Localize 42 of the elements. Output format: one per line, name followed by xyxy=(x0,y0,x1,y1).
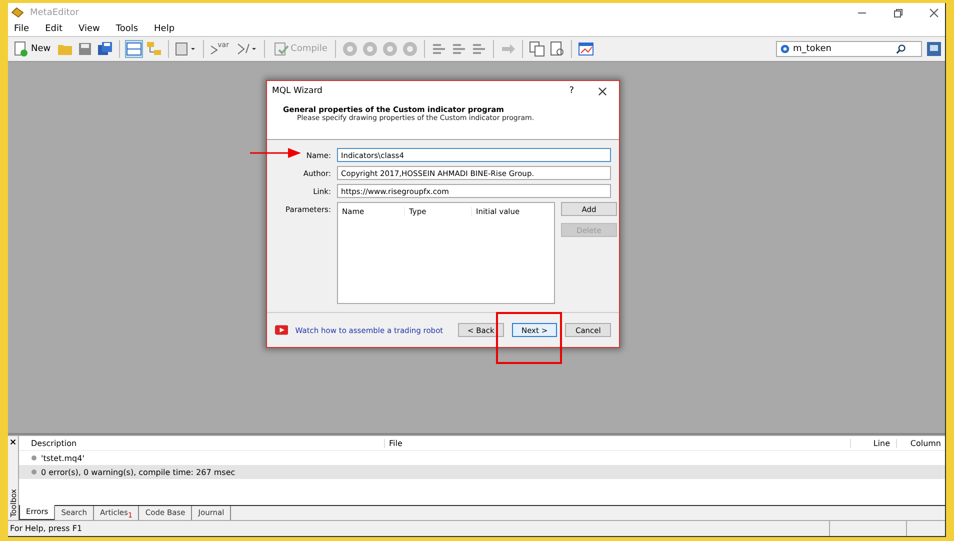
arrow-annotation xyxy=(250,147,302,159)
close-icon[interactable] xyxy=(929,8,939,18)
column-header[interactable]: Column xyxy=(897,438,945,448)
menu-item[interactable]: Edit xyxy=(45,24,62,34)
insert-function-icon[interactable] xyxy=(236,41,258,57)
info-dot-icon xyxy=(31,469,37,475)
info-dot-icon xyxy=(31,455,37,461)
new-button[interactable]: New xyxy=(11,39,53,59)
close-icon[interactable] xyxy=(10,439,16,445)
column-header[interactable]: File xyxy=(385,438,851,448)
help-button[interactable]: ? xyxy=(569,86,574,96)
compile-icon xyxy=(272,41,289,57)
menu-item[interactable]: Help xyxy=(154,24,175,34)
chart-window-icon[interactable] xyxy=(578,41,594,57)
layout-icon[interactable] xyxy=(126,41,142,57)
column-header[interactable]: Line xyxy=(851,438,897,448)
restore-icon[interactable] xyxy=(893,8,903,18)
document-icon[interactable] xyxy=(174,41,197,57)
video-play-icon xyxy=(275,325,288,335)
message-text: 0 error(s), 0 warning(s), compile time: 267 msec xyxy=(41,468,236,476)
copy-icon[interactable] xyxy=(529,41,546,57)
new-document-icon xyxy=(13,41,29,57)
close-icon[interactable] xyxy=(598,86,607,96)
search-box[interactable]: m_token xyxy=(776,41,922,57)
message-row[interactable]: 'tstet.mq4' xyxy=(19,451,945,465)
highlight-annotation xyxy=(496,312,562,364)
save-icon[interactable] xyxy=(76,41,93,57)
column-header[interactable]: Description xyxy=(19,438,385,448)
tree-icon[interactable] xyxy=(146,41,162,57)
status-text: For Help, press F1 xyxy=(10,524,82,533)
save-all-icon[interactable] xyxy=(96,41,113,57)
search-icon[interactable] xyxy=(896,44,906,54)
dialog-title: MQL Wizard xyxy=(272,86,322,96)
find-document-icon[interactable] xyxy=(549,41,566,57)
message-row[interactable]: 0 error(s), 0 warning(s), compile time: 267 msec xyxy=(19,465,945,479)
menu-item[interactable]: Tools xyxy=(116,24,138,34)
app-logo-icon xyxy=(11,7,24,18)
window-title: MetaEditor xyxy=(30,8,79,18)
menu-item[interactable]: File xyxy=(14,24,30,34)
message-text: 'tstet.mq4' xyxy=(41,454,84,462)
search-field[interactable]: m_token xyxy=(793,44,893,54)
menu-item[interactable]: View xyxy=(78,24,100,34)
